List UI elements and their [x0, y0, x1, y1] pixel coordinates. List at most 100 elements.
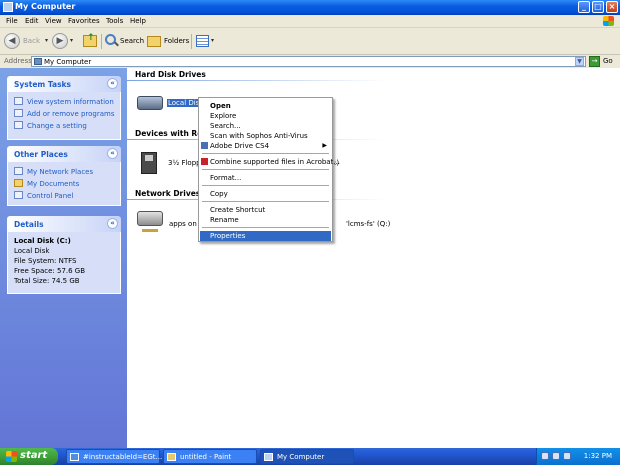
taskbar-item-paint[interactable]: untitled - Paint — [163, 449, 257, 464]
taskbar-item-my-computer[interactable]: My Computer — [260, 449, 354, 464]
menu-favorites[interactable]: Favorites — [68, 17, 100, 25]
details-header[interactable]: Details « — [7, 216, 121, 232]
menu-item-open[interactable]: Open — [200, 101, 331, 111]
menu-item-search[interactable]: Search... — [200, 121, 331, 131]
my-documents-icon — [14, 179, 23, 187]
hard-drive-icon — [137, 96, 163, 110]
system-tasks-panel: System Tasks « View system information A… — [7, 76, 121, 140]
acrobat-icon — [201, 158, 208, 165]
control-panel-link[interactable]: Control Panel — [14, 190, 114, 202]
menu-item-rename[interactable]: Rename — [200, 215, 331, 225]
group-header-hdd: Hard Disk Drives — [135, 70, 206, 79]
collapse-icon[interactable]: « — [107, 148, 118, 159]
system-tray: 1:32 PM — [536, 448, 620, 465]
menu-edit[interactable]: Edit — [25, 17, 39, 25]
menu-item-adobe-drive[interactable]: Adobe Drive CS4 ▶ — [200, 141, 331, 151]
chevron-down-icon: ▾ — [70, 37, 74, 44]
group-header-network: Network Drives — [135, 189, 201, 198]
toolbar: ◀ Back ▾ ▶ ▾ ↑ Search Folders ▾ — [0, 28, 620, 55]
menu-bar: File Edit View Favorites Tools Help — [0, 15, 620, 28]
search-button[interactable]: Search — [104, 33, 144, 50]
network-places-icon — [14, 167, 23, 175]
context-menu: Open Explore Search... Scan with Sophos … — [198, 97, 340, 242]
menu-file[interactable]: File — [6, 17, 18, 25]
title-bar[interactable]: My Computer _ □ × — [0, 0, 620, 15]
details-type: Local Disk — [14, 247, 50, 255]
tray-network-icon[interactable] — [541, 452, 549, 460]
add-remove-programs-link[interactable]: Add or remove programs — [14, 108, 115, 120]
my-network-places-link[interactable]: My Network Places — [14, 166, 114, 178]
forward-arrow-icon: ▶ — [52, 33, 68, 49]
address-label: Address — [4, 57, 32, 65]
menu-separator — [202, 185, 329, 186]
submenu-arrow-icon: ▶ — [322, 142, 327, 149]
menu-item-explore[interactable]: Explore — [200, 111, 331, 121]
tray-volume-icon[interactable] — [552, 452, 560, 460]
menu-item-copy[interactable]: Copy — [200, 189, 331, 199]
folders-button[interactable]: Folders — [147, 33, 189, 50]
collapse-icon[interactable]: « — [107, 78, 118, 89]
go-button[interactable]: → Go — [588, 56, 618, 67]
floppy-drive-icon — [141, 152, 157, 174]
control-panel-icon — [14, 191, 23, 199]
menu-item-create-shortcut[interactable]: Create Shortcut — [200, 205, 331, 215]
network-cable-icon — [142, 229, 158, 232]
start-button[interactable]: start — [0, 448, 58, 465]
taskbar: start #instructableId=EGt... untitled - … — [0, 448, 620, 465]
forward-button[interactable]: ▶ ▾ — [52, 33, 77, 50]
other-places-panel: Other Places « My Network Places My Docu… — [7, 146, 121, 206]
back-button[interactable]: ◀ Back ▾ — [4, 33, 48, 50]
views-icon — [196, 35, 209, 47]
close-button[interactable]: × — [606, 1, 618, 13]
up-arrow-icon: ↑ — [87, 33, 95, 43]
view-system-information-link[interactable]: View system information — [14, 96, 114, 108]
menu-separator — [202, 227, 329, 228]
address-bar: Address My Computer ▼ → Go — [0, 55, 620, 68]
details-panel: Details « Local Disk (C:) Local Disk Fil… — [7, 216, 121, 294]
details-free-space: Free Space: 57.6 GB — [14, 267, 86, 275]
menu-separator — [202, 169, 329, 170]
chevron-down-icon: ▾ — [45, 37, 49, 44]
details-total-size: Total Size: 74.5 GB — [14, 277, 80, 285]
chevron-down-icon: ▾ — [211, 37, 215, 44]
network-drive-icon — [137, 211, 163, 226]
details-filesystem: File System: NTFS — [14, 257, 77, 265]
minimize-button[interactable]: _ — [578, 1, 590, 13]
my-computer-icon — [34, 58, 42, 65]
windows-logo-icon — [603, 16, 614, 26]
clock[interactable]: 1:32 PM — [584, 452, 612, 460]
window-title: My Computer — [15, 2, 76, 11]
views-button[interactable]: ▾ — [195, 33, 217, 50]
collapse-icon[interactable]: « — [107, 218, 118, 229]
menu-tools[interactable]: Tools — [106, 17, 123, 25]
menu-item-scan-sophos[interactable]: Scan with Sophos Anti-Virus — [200, 131, 331, 141]
my-computer-icon — [3, 2, 13, 12]
other-places-header[interactable]: Other Places « — [7, 146, 121, 162]
my-documents-link[interactable]: My Documents — [14, 178, 114, 190]
menu-item-properties[interactable]: Properties — [200, 231, 331, 241]
menu-help[interactable]: Help — [130, 17, 146, 25]
menu-separator — [202, 153, 329, 154]
windows-logo-icon — [6, 451, 17, 462]
local-disk-c[interactable]: Local Disk — [137, 94, 205, 114]
menu-separator — [202, 201, 329, 202]
tray-security-icon[interactable] — [563, 452, 571, 460]
task-pane: System Tasks « View system information A… — [0, 68, 127, 448]
menu-view[interactable]: View — [45, 17, 62, 25]
maximize-button[interactable]: □ — [592, 1, 604, 13]
address-dropdown-button[interactable]: ▼ — [575, 57, 584, 66]
up-folder-button[interactable]: ↑ — [82, 33, 99, 50]
toolbar-separator — [101, 34, 102, 49]
adobe-drive-icon — [201, 142, 208, 149]
menu-item-combine-acrobat[interactable]: Combine supported files in Acrobat... — [200, 157, 340, 167]
menu-item-format[interactable]: Format... — [200, 173, 331, 183]
add-remove-programs-icon — [14, 109, 23, 117]
folders-icon — [147, 36, 161, 47]
change-a-setting-link[interactable]: Change a setting — [14, 120, 114, 132]
system-info-icon — [14, 97, 23, 105]
go-arrow-icon: → — [589, 56, 600, 67]
address-input[interactable]: My Computer ▼ — [31, 56, 586, 67]
system-tasks-header[interactable]: System Tasks « — [7, 76, 121, 92]
taskbar-item-browser[interactable]: #instructableId=EGt... — [66, 449, 162, 464]
browser-icon — [70, 453, 79, 461]
